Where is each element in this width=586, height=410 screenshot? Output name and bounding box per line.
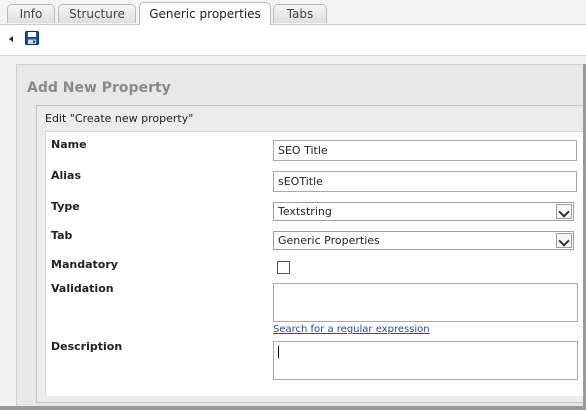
validation-textarea[interactable] [273, 283, 578, 322]
type-select[interactable]: Textstring [273, 202, 574, 221]
tab-selected-value: Generic Properties [278, 234, 380, 247]
mandatory-checkbox[interactable] [277, 261, 290, 274]
type-selected-value: Textstring [278, 205, 332, 218]
toolbar [0, 25, 586, 56]
save-icon[interactable] [25, 31, 39, 45]
search-regex-link[interactable]: Search for a regular expression [273, 324, 430, 335]
alias-label: Alias [51, 169, 82, 182]
tab-tabs[interactable]: Tabs [273, 4, 327, 23]
window-frame-bottom [0, 406, 586, 410]
description-textarea[interactable] [273, 341, 578, 380]
tab-generic-properties[interactable]: Generic properties [139, 2, 271, 25]
fieldset-legend: Edit "Create new property" [45, 112, 194, 125]
tab-select[interactable]: Generic Properties [273, 231, 574, 250]
name-input[interactable]: SEO Title [273, 140, 577, 161]
tab-structure[interactable]: Structure [58, 4, 136, 23]
tab-info[interactable]: Info [7, 4, 55, 23]
tab-label: Tab [51, 229, 73, 242]
validation-label: Validation [51, 282, 114, 295]
description-label: Description [51, 340, 123, 353]
name-label: Name [51, 138, 87, 151]
alias-input[interactable]: sEOTitle [273, 171, 577, 192]
type-label: Type [51, 200, 80, 213]
mandatory-label: Mandatory [51, 258, 118, 271]
chevron-down-icon[interactable] [556, 233, 572, 248]
left-arrow-icon[interactable] [9, 36, 13, 42]
text-caret [278, 346, 279, 358]
chevron-down-icon[interactable] [556, 204, 572, 219]
page-title: Add New Property [27, 80, 171, 96]
